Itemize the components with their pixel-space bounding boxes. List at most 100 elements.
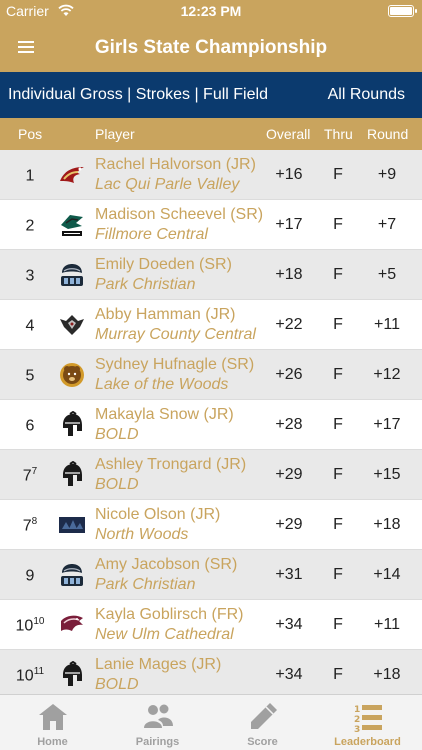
position: 2 — [25, 217, 35, 235]
leaderboard-icon: 1 2 3 — [354, 705, 382, 734]
thru-status: F — [333, 666, 343, 683]
school-name: Murray County Central — [95, 326, 256, 343]
player-name: Madison Scheevel (SR) — [95, 206, 264, 223]
table-row[interactable]: 1 Rachel Halvorson (JR) Lac Qui Parle Va… — [0, 150, 422, 200]
thru-status: F — [333, 316, 343, 333]
player-name: Sydney Hufnagle (SR) — [95, 356, 255, 373]
nav-bar: Girls State Championship — [0, 22, 422, 72]
overall-score: +29 — [275, 466, 303, 483]
bear-logo-icon — [60, 363, 84, 387]
round-score: +12 — [373, 366, 401, 383]
tab-score-label: Score — [247, 736, 278, 748]
col-player: Player — [95, 126, 135, 142]
table-row[interactable]: 4 Abby Hamman (JR) Murray County Central… — [0, 300, 422, 350]
col-overall: Overall — [266, 126, 311, 142]
tab-home[interactable]: Home — [0, 695, 105, 750]
thru-status: F — [333, 216, 343, 233]
school-name: Fillmore Central — [95, 226, 208, 243]
col-pos: Pos — [18, 126, 43, 142]
rounds-filter[interactable]: All Rounds — [328, 86, 405, 104]
battery-icon — [388, 5, 417, 17]
thru-status: F — [333, 166, 343, 183]
position: 3 — [25, 267, 35, 285]
table-row[interactable]: 9 Amy Jacobson (SR) Park Christian +31 F… — [0, 550, 422, 600]
tab-leaderboard[interactable]: 1 2 3 Leaderboard — [315, 695, 420, 750]
tab-pairings[interactable]: Pairings — [105, 695, 210, 750]
table-row[interactable]: 77 Ashley Trongard (JR) BOLD +29 F +15 — [0, 450, 422, 500]
filter-bar: Individual Gross | Strokes | Full Field … — [0, 72, 422, 118]
round-score: +11 — [374, 616, 400, 633]
greyhound-logo-icon — [61, 615, 83, 631]
status-bar: Carrier 12:23 PM — [0, 0, 422, 22]
round-score: +11 — [374, 316, 400, 333]
overall-score: +31 — [275, 566, 303, 583]
school-name: New Ulm Cathedral — [95, 626, 234, 643]
school-name: BOLD — [95, 476, 139, 493]
col-thru: Thru — [324, 126, 353, 142]
position: 6 — [25, 417, 35, 435]
table-row[interactable]: 1011 Lanie Mages (JR) BOLD +34 F +18 — [0, 650, 422, 694]
player-name: Ashley Trongard (JR) — [95, 456, 247, 473]
player-name: Rachel Halvorson (JR) — [95, 156, 256, 173]
thru-status: F — [333, 416, 343, 433]
player-name: Abby Hamman (JR) — [95, 306, 236, 323]
rebel-logo-icon — [60, 315, 84, 335]
overall-score: +18 — [275, 266, 303, 283]
position: 1 — [25, 167, 35, 185]
overall-score: +26 — [275, 366, 303, 383]
round-score: +15 — [373, 466, 401, 483]
overall-score: +16 — [275, 166, 303, 183]
table-row[interactable]: 5 Sydney Hufnagle (SR) Lake of the Woods… — [0, 350, 422, 400]
leaderboard-list[interactable]: 1 Rachel Halvorson (JR) Lac Qui Parle Va… — [0, 150, 422, 694]
table-row[interactable]: 6 Makayla Snow (JR) BOLD +28 F +17 — [0, 400, 422, 450]
svg-text:2: 2 — [354, 715, 360, 725]
school-name: Park Christian — [95, 276, 196, 293]
round-score: +7 — [377, 216, 397, 233]
spartan-logo-icon — [63, 461, 82, 486]
school-name: BOLD — [95, 676, 139, 693]
overall-score: +29 — [275, 516, 303, 533]
thru-status: F — [333, 266, 343, 283]
thru-status: F — [333, 516, 343, 533]
player-name: Emily Doeden (SR) — [95, 256, 232, 273]
position: 78 — [22, 516, 38, 535]
eagle-logo-icon — [60, 167, 84, 183]
school-name: Lake of the Woods — [95, 376, 229, 393]
overall-score: +17 — [275, 216, 303, 233]
school-name: North Woods — [95, 526, 189, 543]
thru-status: F — [333, 466, 343, 483]
position: 1011 — [15, 666, 45, 685]
page-title: Girls State Championship — [94, 37, 328, 58]
pencil-icon — [251, 703, 277, 729]
table-row[interactable]: 3 Emily Doeden (SR) Park Christian +18 F… — [0, 250, 422, 300]
svg-text:3: 3 — [354, 725, 360, 734]
spartan-logo-icon — [63, 661, 82, 686]
player-name: Makayla Snow (JR) — [95, 406, 234, 423]
position: 1010 — [15, 616, 45, 635]
round-score: +17 — [373, 416, 401, 433]
round-score: +18 — [373, 516, 401, 533]
table-row[interactable]: 1010 Kayla Goblirsch (FR) New Ulm Cathed… — [0, 600, 422, 650]
table-row[interactable]: 2 Madison Scheevel (SR) Fillmore Central… — [0, 200, 422, 250]
thru-status: F — [333, 566, 343, 583]
thru-status: F — [333, 616, 343, 633]
tab-bar: Home Pairings Score 1 2 3 Leaderboard — [0, 694, 422, 750]
player-name: Lanie Mages (JR) — [95, 656, 222, 673]
tab-score[interactable]: Score — [210, 695, 315, 750]
overall-score: +28 — [275, 416, 303, 433]
position: 5 — [25, 367, 35, 385]
player-name: Nicole Olson (JR) — [95, 506, 221, 523]
northwoods-logo-icon — [59, 517, 85, 533]
scoring-filter[interactable]: Individual Gross | Strokes | Full Field — [8, 86, 268, 104]
thru-status: F — [333, 366, 343, 383]
table-row[interactable]: 78 Nicole Olson (JR) North Woods +29 F +… — [0, 500, 422, 550]
position: 4 — [25, 317, 35, 335]
people-icon — [144, 704, 173, 728]
round-score: +14 — [373, 566, 401, 583]
tab-home-label: Home — [37, 736, 68, 748]
falcons-logo-icon — [61, 215, 83, 236]
school-name: Park Christian — [95, 576, 196, 593]
school-name: BOLD — [95, 426, 139, 443]
svg-text:1: 1 — [354, 705, 360, 715]
round-score: +9 — [377, 166, 397, 183]
